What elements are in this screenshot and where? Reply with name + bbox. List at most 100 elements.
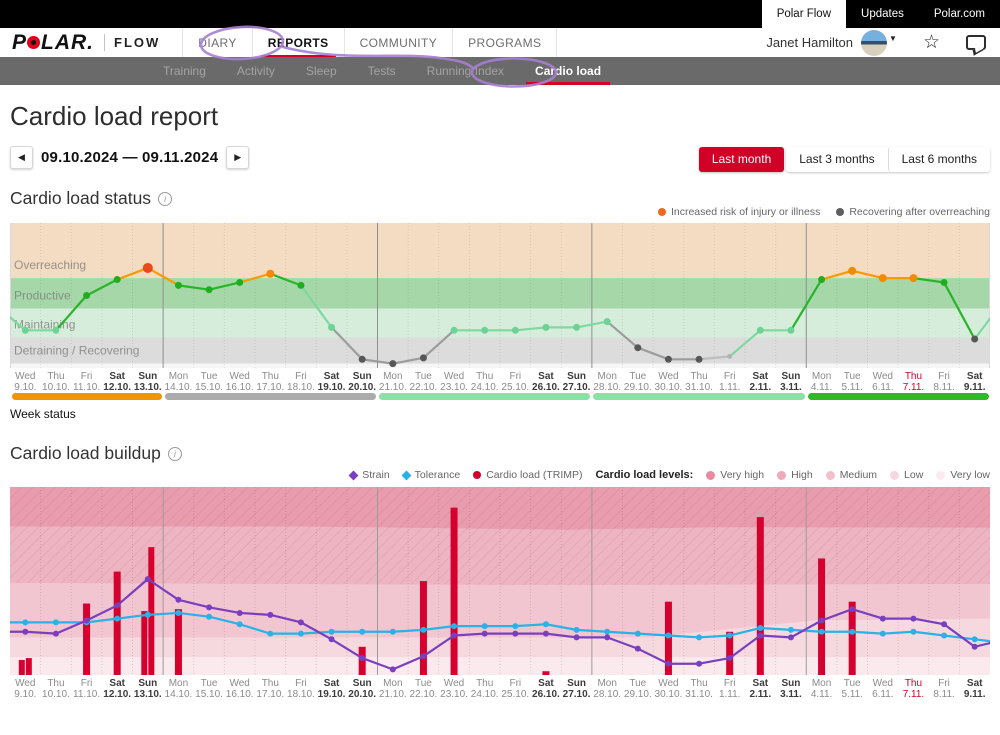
axis-day: Fri <box>938 371 950 382</box>
legend-item-recovering-after-overreaching: Recovering after overreaching <box>836 206 990 218</box>
info-icon[interactable]: i <box>158 192 172 206</box>
axis-date: 7.11. <box>898 382 929 393</box>
axis-date: 11.10. <box>71 689 102 700</box>
axis-day: Tue <box>629 678 646 689</box>
axis-date: 2.11. <box>745 382 776 393</box>
x-axis-label-wed-6-11: Wed6.11. <box>868 678 899 700</box>
x-axis-label-mon-14-10: Mon14.10. <box>163 371 194 393</box>
x-axis-label-sun-13-10: Sun13.10. <box>133 678 164 700</box>
axis-date: 13.10. <box>133 382 164 393</box>
x-axis-label-wed-16-10: Wed16.10. <box>224 371 255 393</box>
x-axis-label-sat-2-11: Sat2.11. <box>745 678 776 700</box>
page-title: Cardio load report <box>10 101 218 132</box>
axis-day: Wed <box>15 371 35 382</box>
polar-logo[interactable]: P LAR. <box>12 31 94 55</box>
axis-date: 2.11. <box>745 689 776 700</box>
nav-item-diary[interactable]: DIARY <box>182 28 252 57</box>
nav-item-reports[interactable]: REPORTS <box>253 28 345 57</box>
legend-label: Medium <box>840 469 877 481</box>
x-axis-label-tue-5-11: Tue5.11. <box>837 678 868 700</box>
axis-date: 8.11. <box>929 382 960 393</box>
logo-text-rest: LAR. <box>41 31 94 55</box>
axis-date: 1.11. <box>714 382 745 393</box>
legend-circle-icon <box>473 471 481 479</box>
nav-item-community[interactable]: COMMUNITY <box>345 28 454 57</box>
axis-day: Mon <box>597 678 616 689</box>
active-subnav-underline <box>526 82 610 85</box>
axis-date: 27.10. <box>561 382 592 393</box>
axis-date: 6.11. <box>868 382 899 393</box>
info-icon[interactable]: i <box>168 447 182 461</box>
subnav-item-tests[interactable]: Tests <box>357 57 407 85</box>
axis-date: 19.10. <box>316 689 347 700</box>
legend-dot-icon <box>658 208 666 216</box>
favorites-star-icon[interactable]: ☆ <box>923 31 940 54</box>
topbar-tab-updates[interactable]: Updates <box>846 0 919 28</box>
subnav-item-label: Sleep <box>306 64 337 78</box>
axis-day: Wed <box>658 678 678 689</box>
axis-day: Sat <box>324 678 340 689</box>
axis-date: 30.10. <box>653 689 684 700</box>
axis-day: Mon <box>169 371 188 382</box>
x-axis-label-tue-29-10: Tue29.10. <box>623 371 654 393</box>
x-axis-label-wed-30-10: Wed30.10. <box>653 371 684 393</box>
axis-date: 7.11. <box>898 689 929 700</box>
x-axis-label-sat-26-10: Sat26.10. <box>531 371 562 393</box>
logo-flow-label: FLOW <box>114 35 160 50</box>
prev-period-button[interactable]: ◀ <box>10 146 33 169</box>
axis-date: 5.11. <box>837 382 868 393</box>
axis-day: Fri <box>81 371 93 382</box>
axis-date: 31.10. <box>684 382 715 393</box>
x-axis-label-mon-21-10: Mon21.10. <box>378 371 409 393</box>
axis-day: Thu <box>690 371 707 382</box>
axis-day: Fri <box>509 678 521 689</box>
topbar-tab-polar-flow[interactable]: Polar Flow <box>762 0 846 28</box>
range-button-last-month[interactable]: Last month <box>699 147 784 172</box>
range-button-last-3-months[interactable]: Last 3 months <box>786 147 887 172</box>
x-axis-label-tue-22-10: Tue22.10. <box>408 371 439 393</box>
x-axis-label-sat-12-10: Sat12.10. <box>102 678 133 700</box>
axis-date: 3.11. <box>776 382 807 393</box>
subnav-item-sleep[interactable]: Sleep <box>295 57 348 85</box>
subnav-item-cardio-load[interactable]: Cardio load <box>524 57 612 85</box>
x-axis-label-fri-18-10: Fri18.10. <box>286 678 317 700</box>
axis-day: Fri <box>295 371 307 382</box>
date-navigation: ◀ 09.10.2024 — 09.11.2024 ▶ <box>10 146 249 169</box>
feedback-bubble-icon[interactable] <box>966 35 986 50</box>
x-axis-label-fri-8-11: Fri8.11. <box>929 678 960 700</box>
range-button-last-6-months[interactable]: Last 6 months <box>888 147 990 172</box>
x-axis-label-fri-18-10: Fri18.10. <box>286 371 317 393</box>
subnav-item-training[interactable]: Training <box>152 57 217 85</box>
axis-day: Tue <box>415 678 432 689</box>
axis-date: 9.11. <box>959 382 990 393</box>
axis-day: Thu <box>262 371 279 382</box>
nav-item-label: DIARY <box>198 36 236 50</box>
axis-day: Fri <box>81 678 93 689</box>
axis-day: Mon <box>383 678 402 689</box>
subnav-item-activity[interactable]: Activity <box>226 57 286 85</box>
legend-dot-icon <box>936 471 945 480</box>
cardio-load-status-chart[interactable]: OverreachingProductiveMaintainingDetrain… <box>10 223 990 368</box>
x-axis-label-fri-8-11: Fri8.11. <box>929 371 960 393</box>
axis-day: Sat <box>967 678 983 689</box>
axis-date: 28.10. <box>592 382 623 393</box>
axis-day: Mon <box>812 371 831 382</box>
logo-text: P <box>12 31 27 55</box>
axis-date: 21.10. <box>378 382 409 393</box>
axis-day: Wed <box>444 678 464 689</box>
buildup-chart-x-axis: Wed9.10.Thu10.10.Fri11.10.Sat12.10.Sun13… <box>10 678 990 700</box>
axis-date: 24.10. <box>469 689 500 700</box>
nav-item-programs[interactable]: PROGRAMS <box>453 28 557 57</box>
chevron-down-icon[interactable]: ▼ <box>889 34 897 43</box>
x-axis-label-sun-13-10: Sun13.10. <box>133 371 164 393</box>
next-period-button[interactable]: ▶ <box>226 146 249 169</box>
x-axis-label-sun-3-11: Sun3.11. <box>776 371 807 393</box>
subnav-item-running-index[interactable]: Running Index <box>416 57 515 85</box>
range-buttons: Last monthLast 3 monthsLast 6 months <box>699 147 990 172</box>
avatar[interactable] <box>861 30 887 56</box>
x-axis-label-wed-23-10: Wed23.10. <box>439 371 470 393</box>
topbar-tab-polar-com[interactable]: Polar.com <box>919 0 1000 28</box>
cardio-load-buildup-chart[interactable] <box>10 487 990 675</box>
user-name[interactable]: Janet Hamilton <box>766 35 853 50</box>
axis-date: 3.11. <box>776 689 807 700</box>
